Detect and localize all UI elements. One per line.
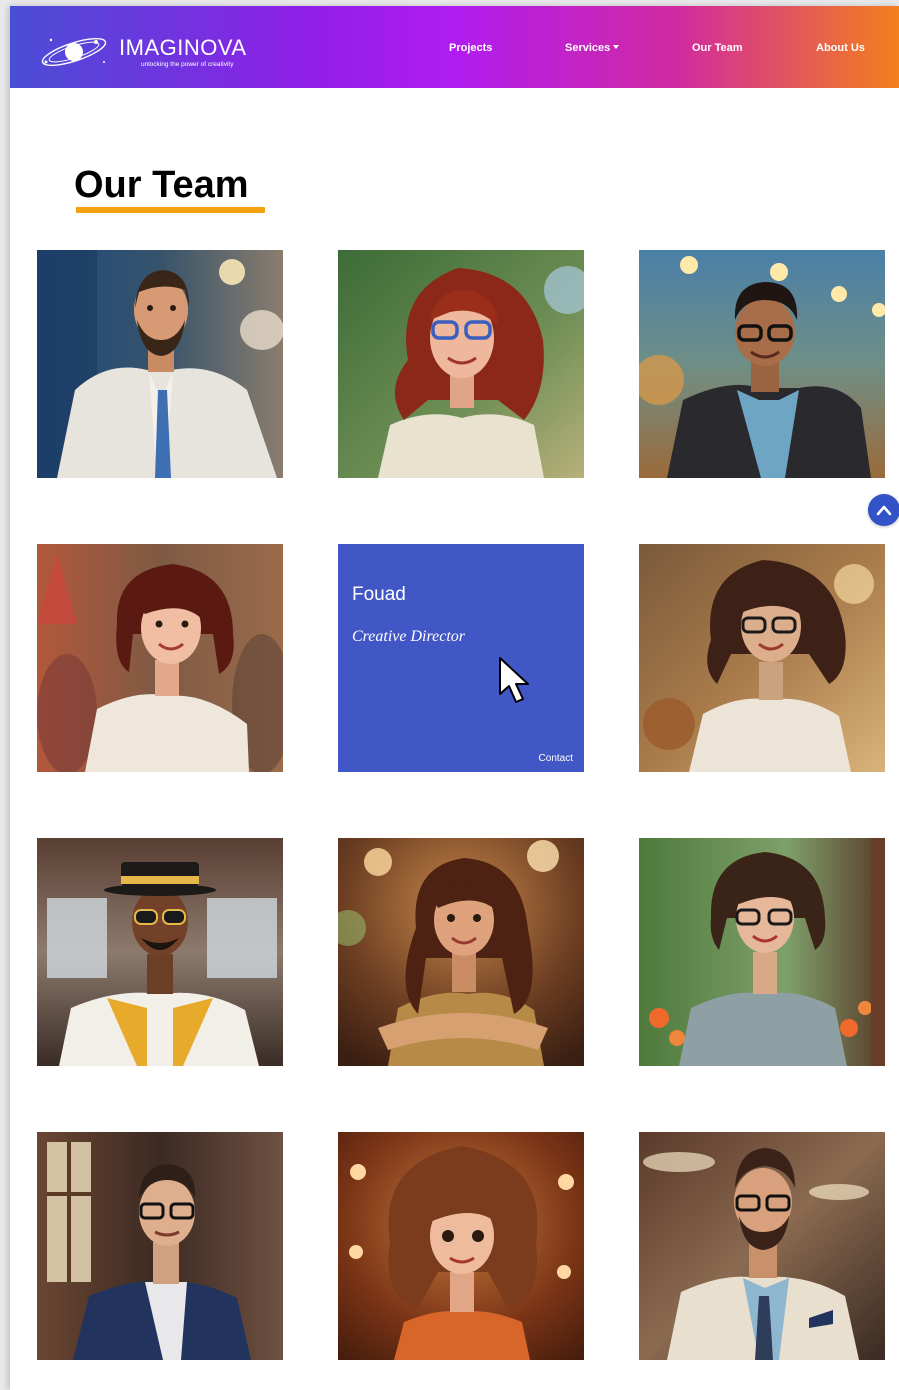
team-card-10[interactable]: [37, 1132, 283, 1360]
brand-tagline: unlocking the power of creativity: [141, 61, 234, 68]
team-card-1[interactable]: [37, 250, 283, 478]
team-card-8[interactable]: [338, 838, 584, 1066]
team-photo-man-hat-yellow-vest: [37, 838, 283, 1066]
team-photo-brunette-woman-white-blouse: [37, 544, 283, 772]
brand-logo[interactable]: IMAGINOVA unlocking the power of creativ…: [40, 32, 285, 72]
team-card-11[interactable]: [338, 1132, 584, 1360]
team-photo-bearded-man-glasses-cream-blazer: [639, 1132, 885, 1360]
team-photo-bearded-man-white-blazer: [37, 250, 283, 478]
nav-our-team[interactable]: Our Team: [692, 42, 743, 54]
team-card-9[interactable]: [639, 838, 885, 1066]
nav-services-label: Services: [565, 42, 611, 54]
team-photo-curly-haired-woman-glasses: [639, 544, 885, 772]
navbar: IMAGINOVA unlocking the power of creativ…: [10, 6, 899, 88]
team-card-12[interactable]: [639, 1132, 885, 1360]
team-photo-man-glasses-navy-blazer: [37, 1132, 283, 1360]
contact-link[interactable]: Contact: [539, 753, 573, 764]
team-card-hover-fouad[interactable]: Fouad Creative Director Contact: [338, 544, 584, 772]
team-card-3[interactable]: [639, 250, 885, 478]
title-underline: [76, 207, 265, 213]
team-photo-woman-glasses-grey-shirt: [639, 838, 885, 1066]
team-photo-curly-haired-woman-orange-top: [338, 1132, 584, 1360]
team-photo-man-glasses-dark-jacket: [639, 250, 885, 478]
team-card-6[interactable]: [639, 544, 885, 772]
brand-name: IMAGINOVA: [119, 35, 247, 60]
section-title: Our Team: [74, 164, 249, 206]
mouse-cursor-icon: [499, 657, 529, 703]
team-card-7[interactable]: [37, 838, 283, 1066]
team-photo-woman-long-wavy-hair: [338, 838, 584, 1066]
team-card-2[interactable]: [338, 250, 584, 478]
member-name: Fouad: [352, 584, 406, 605]
planet-ring-icon: [41, 37, 107, 67]
page: IMAGINOVA unlocking the power of creativ…: [10, 6, 899, 1390]
nav-projects[interactable]: Projects: [449, 42, 492, 54]
member-role: Creative Director: [352, 628, 466, 645]
team-photo-red-haired-woman: [338, 250, 584, 478]
chevron-up-icon: [876, 505, 892, 516]
scroll-to-top-button[interactable]: [868, 494, 899, 526]
nav-about-us[interactable]: About Us: [816, 42, 865, 54]
caret-down-icon: [613, 45, 620, 49]
nav-services-dropdown[interactable]: Services: [565, 42, 620, 54]
team-card-4[interactable]: [37, 544, 283, 772]
